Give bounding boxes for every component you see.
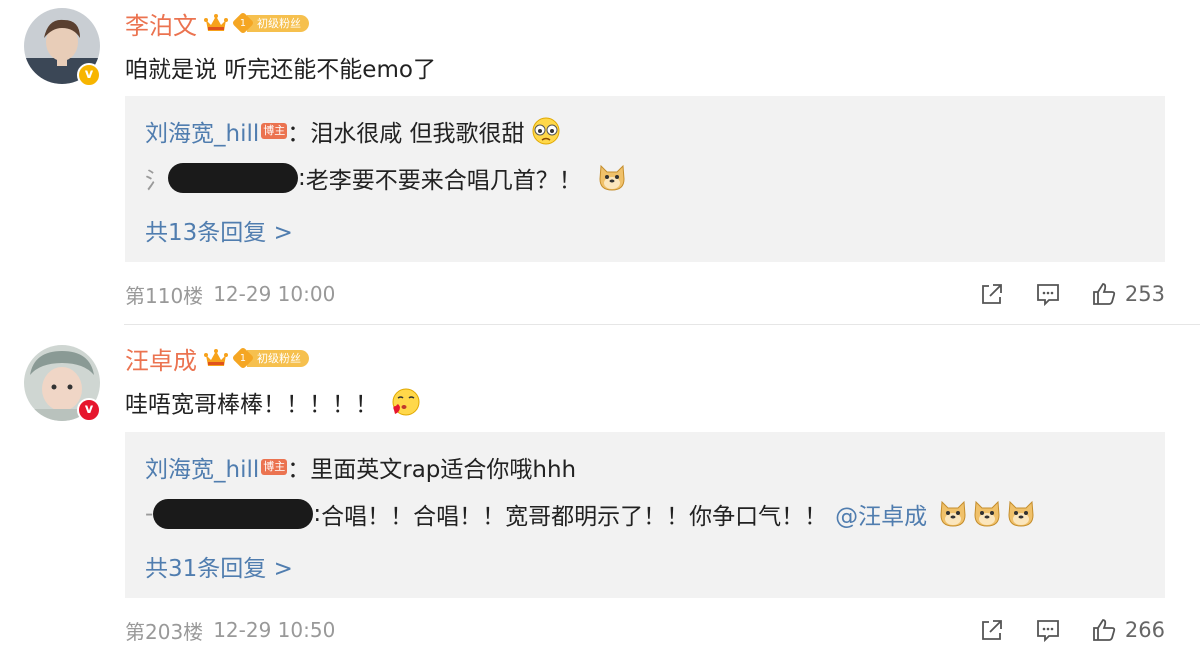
reply-text: 合唱！！合唱！！宽哥都明示了！！你争口气！！ bbox=[321, 504, 828, 530]
tearful-face-emoji bbox=[532, 117, 560, 145]
redacted-user-name bbox=[153, 499, 314, 529]
comment-time: 12-29 10:00 bbox=[213, 282, 336, 306]
reply-item: - : 合唱！！合唱！！宽哥都明示了！！你争口气！！ @汪卓成 bbox=[145, 497, 1037, 531]
reply-separator: ： bbox=[287, 457, 311, 483]
reply-box: 刘海宽_hill 博主 ： 里面英文rap适合你哦hhh - : 合唱！！合唱！… bbox=[125, 432, 1165, 598]
comment-icon[interactable] bbox=[1035, 617, 1061, 643]
doge-emoji bbox=[940, 500, 966, 527]
comment-text-body: 哇唔宽哥棒棒！！！！！ bbox=[125, 392, 378, 418]
blogger-tag: 博主 bbox=[261, 459, 288, 475]
view-more-replies-link[interactable]: 共31条回复 > bbox=[145, 549, 293, 583]
reply-text: 里面英文rap适合你哦hhh bbox=[310, 457, 577, 483]
mention-link[interactable]: @汪卓成 bbox=[835, 497, 927, 531]
blogger-tag: 博主 bbox=[261, 123, 288, 139]
floor-number: 第110楼 bbox=[125, 283, 204, 308]
user-name[interactable]: 汪卓成 bbox=[125, 341, 197, 376]
comment-time: 12-29 10:50 bbox=[213, 618, 336, 642]
reply-user-name-partial: - bbox=[145, 501, 154, 527]
reply-separator: ： bbox=[287, 121, 311, 147]
reply-text: 老李要不要来合唱几首？！ bbox=[305, 168, 582, 194]
doge-emoji bbox=[599, 164, 625, 191]
verified-badge: v bbox=[77, 398, 101, 422]
kiss-face-emoji bbox=[392, 388, 420, 416]
reply-box: 刘海宽_hill 博主 ： 泪水很咸 但我歌很甜 氵 : 老李要不要来合唱几首？… bbox=[125, 96, 1165, 262]
reply-separator: : bbox=[313, 501, 322, 527]
share-icon[interactable] bbox=[979, 617, 1005, 643]
crown-icon bbox=[204, 14, 228, 31]
redacted-user-name bbox=[168, 163, 298, 193]
crown-icon bbox=[204, 349, 228, 366]
comment-text: 咱就是说 听完还能不能emo了 bbox=[125, 57, 436, 83]
verified-badge: v bbox=[77, 63, 101, 87]
fan-level-badge[interactable]: 1 初级粉丝 bbox=[231, 11, 309, 35]
like-icon[interactable] bbox=[1091, 617, 1117, 643]
doge-emoji bbox=[974, 500, 1000, 527]
reply-separator: : bbox=[298, 165, 306, 191]
fan-level-badge[interactable]: 1 初级粉丝 bbox=[231, 346, 309, 370]
user-name[interactable]: 李泊文 bbox=[125, 6, 197, 41]
comment-item: v 李泊文 1 初级粉丝 咱就是说 听完还能不能emo了 刘海宽_hill 博主… bbox=[0, 0, 1200, 325]
comment-icon[interactable] bbox=[1035, 281, 1061, 307]
reply-text: 泪水很咸 但我歌很甜 bbox=[310, 121, 525, 147]
reply-item: 刘海宽_hill 博主 ： 里面英文rap适合你哦hhh bbox=[145, 450, 576, 484]
reply-user-name-partial: 氵 bbox=[145, 168, 168, 194]
like-count: 253 bbox=[1124, 282, 1165, 306]
comment-text: 哇唔宽哥棒棒！！！！！ bbox=[125, 385, 422, 419]
view-more-replies-link[interactable]: 共13条回复 > bbox=[145, 213, 293, 247]
floor-number: 第203楼 bbox=[125, 619, 204, 644]
like-count: 266 bbox=[1124, 618, 1165, 642]
like-icon[interactable] bbox=[1091, 281, 1117, 307]
reply-item: 氵 : 老李要不要来合唱几首？！ bbox=[145, 161, 628, 195]
reply-user-name[interactable]: 刘海宽_hill bbox=[145, 450, 259, 484]
share-icon[interactable] bbox=[979, 281, 1005, 307]
reply-item: 刘海宽_hill 博主 ： 泪水很咸 但我歌很甜 bbox=[145, 114, 561, 148]
doge-emoji bbox=[1008, 500, 1034, 527]
comment-item: v 汪卓成 1 初级粉丝 哇唔宽哥棒棒！！！！！ 刘海宽_hill 博主 ： 里… bbox=[0, 325, 1200, 659]
reply-user-name[interactable]: 刘海宽_hill bbox=[145, 114, 259, 148]
